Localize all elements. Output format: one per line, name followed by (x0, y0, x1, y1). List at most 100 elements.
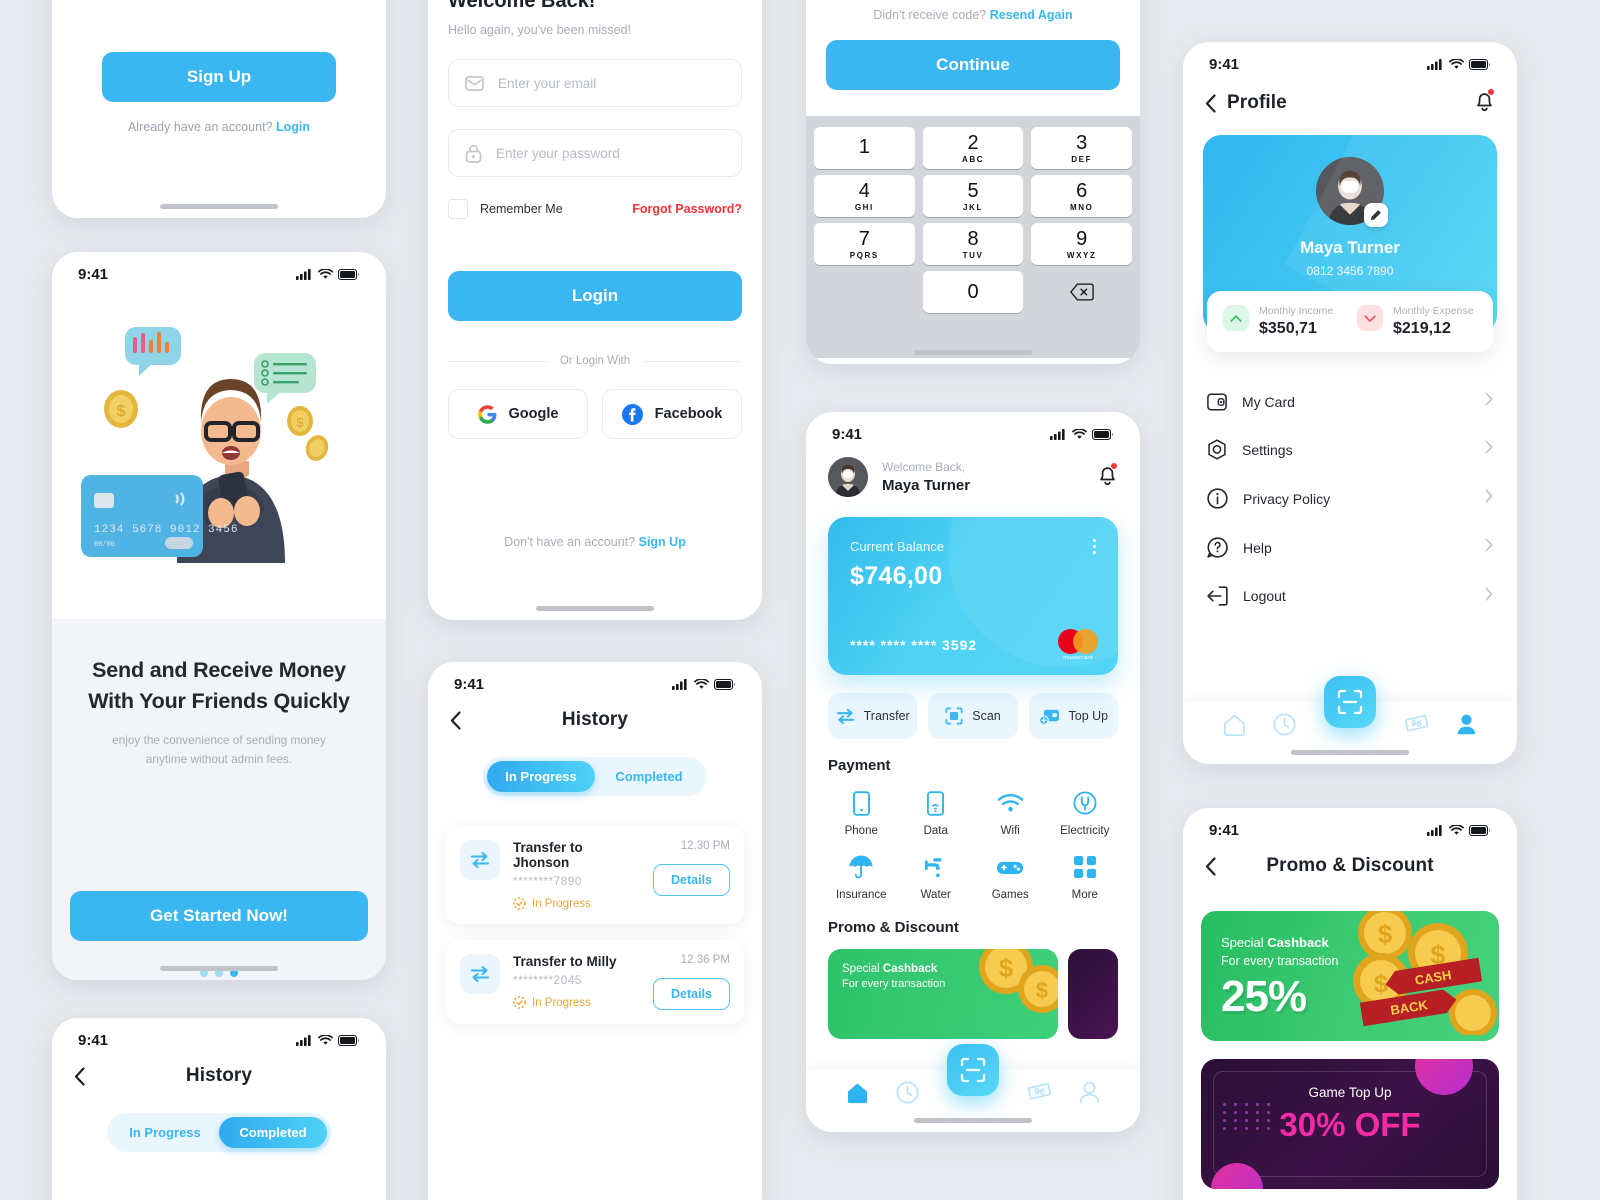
promo-carousel: Special Cashback For every transaction $… (828, 949, 1118, 1039)
balance-card[interactable]: Current Balance $746,00 **** **** **** 3… (828, 517, 1118, 675)
signup-actions: Sign Up Already have an account? Login (52, 52, 386, 134)
tab-completed[interactable]: Completed (595, 761, 703, 792)
chevron-right-icon (1485, 586, 1493, 606)
back-button[interactable] (1205, 856, 1227, 876)
key-3[interactable]: 3 DEF (1031, 127, 1133, 169)
back-button[interactable] (1205, 93, 1227, 113)
table-row[interactable]: Transfer to Jhonson ********7890 In Prog… (446, 826, 744, 924)
status-bar: 9:41 (428, 662, 762, 699)
details-button[interactable]: Details (653, 978, 730, 1010)
promo-card-cashback[interactable]: Special Cashback For every transaction 2… (1201, 911, 1499, 1041)
key-8[interactable]: 8 TUV (922, 223, 1024, 265)
svg-text:$: $ (117, 403, 126, 420)
remember-me-checkbox[interactable] (448, 199, 468, 219)
facebook-login-button[interactable]: Facebook (602, 389, 742, 439)
forgot-password-link[interactable]: Forgot Password? (632, 202, 742, 216)
key-number: 3 (1076, 131, 1088, 154)
back-button[interactable] (450, 710, 472, 730)
key-0[interactable]: 0 (922, 271, 1024, 313)
payment-item-phone[interactable]: Phone (824, 788, 899, 837)
social-logins: Google Facebook (448, 389, 742, 439)
google-login-label: Google (508, 406, 559, 422)
payment-item-data[interactable]: Data (899, 788, 974, 837)
edit-avatar-button[interactable] (1364, 203, 1388, 227)
tab-history[interactable] (896, 1081, 919, 1109)
key-6[interactable]: 6 MNO (1031, 175, 1133, 217)
key-1[interactable]: 1 (814, 127, 915, 169)
facebook-icon (621, 403, 643, 425)
login-link[interactable]: Login (276, 120, 310, 134)
sign-up-button[interactable]: Sign Up (102, 52, 336, 102)
menu-item-settings[interactable]: Settings (1207, 425, 1493, 474)
coins-illustration: $ $ (979, 949, 1058, 1013)
menu-item-logout[interactable]: Logout (1207, 572, 1493, 620)
tab-promo[interactable] (1404, 714, 1429, 740)
tab-promo[interactable] (1027, 1082, 1052, 1108)
divider-line-left (448, 360, 548, 362)
details-button[interactable]: Details (653, 864, 730, 896)
scan-action-button[interactable]: Scan (928, 693, 1018, 739)
email-field[interactable]: Enter your email (448, 59, 742, 107)
google-login-button[interactable]: Google (448, 389, 588, 439)
promo-card-cashback[interactable]: Special Cashback For every transaction $… (828, 949, 1058, 1039)
notification-bell-icon[interactable] (1097, 462, 1118, 491)
tab-completed[interactable]: Completed (219, 1117, 327, 1148)
login-subtitle: Hello again, you've been missed! (448, 23, 632, 37)
tab-in-progress[interactable]: In Progress (487, 761, 595, 792)
get-started-button[interactable]: Get Started Now! (70, 891, 368, 941)
topup-action-label: Top Up (1068, 709, 1109, 723)
promo-card-game[interactable] (1068, 949, 1118, 1039)
payment-item-more[interactable]: More (1048, 852, 1123, 901)
tab-home[interactable] (846, 1082, 869, 1109)
back-button[interactable] (74, 1066, 96, 1086)
status-indicators (296, 269, 360, 280)
continue-button[interactable]: Continue (826, 40, 1120, 90)
nav-bar: Profile (1183, 79, 1517, 129)
payment-label: More (1071, 889, 1098, 901)
scan-fab-button[interactable] (1324, 676, 1376, 728)
game-promo-title: Game Top Up (1308, 1085, 1392, 1100)
notification-bell-icon[interactable] (1474, 88, 1495, 117)
table-row[interactable]: Transfer to Milly ********2045 In Progre… (446, 940, 744, 1024)
avatar[interactable] (828, 457, 868, 497)
tab-history[interactable] (1273, 713, 1296, 741)
payment-label: Wifi (1000, 825, 1020, 837)
remember-me-group[interactable]: Remember Me (448, 199, 563, 219)
avatar[interactable] (1316, 157, 1388, 227)
more-options-icon[interactable] (1093, 539, 1096, 554)
data-icon (899, 788, 974, 818)
key-5[interactable]: 5 JKL (922, 175, 1024, 217)
key-backspace[interactable] (1031, 271, 1132, 313)
transfer-action-button[interactable]: Transfer (828, 693, 918, 739)
menu-item-my-card[interactable]: My Card (1207, 378, 1493, 425)
keypad-row: 1 2 ABC 3 DEF (810, 124, 1136, 172)
scan-fab-button[interactable] (947, 1044, 999, 1096)
key-number: 8 (967, 227, 979, 250)
payment-item-water[interactable]: Water (899, 852, 974, 901)
menu-item-privacy-policy[interactable]: Privacy Policy (1207, 474, 1493, 523)
login-button[interactable]: Login (448, 271, 742, 321)
scan-icon (1337, 689, 1363, 715)
key-4[interactable]: 4 GHI (814, 175, 915, 217)
onboarding-content: Send and Receive Money With Your Friends… (52, 619, 386, 980)
key-7[interactable]: 7 PQRS (814, 223, 915, 265)
key-2[interactable]: 2 ABC (922, 127, 1024, 169)
payment-item-games[interactable]: Games (973, 852, 1048, 901)
promo-card-game[interactable]: Game Top Up 30% OFF (1201, 1059, 1499, 1189)
key-number: 7 (858, 227, 870, 250)
menu-item-help[interactable]: Help (1207, 523, 1493, 572)
payment-item-electricity[interactable]: Electricity (1048, 788, 1123, 837)
svg-text:$: $ (999, 953, 1014, 983)
payment-item-insurance[interactable]: Insurance (824, 852, 899, 901)
tab-profile[interactable] (1079, 1081, 1100, 1109)
tab-in-progress[interactable]: In Progress (111, 1117, 219, 1148)
resend-link[interactable]: Resend Again (990, 8, 1073, 22)
payment-item-wifi[interactable]: Wifi (973, 788, 1048, 837)
topup-action-button[interactable]: Top Up (1028, 693, 1118, 739)
tab-home[interactable] (1223, 714, 1246, 741)
signup-link[interactable]: Sign Up (639, 535, 686, 549)
password-field[interactable]: Enter your password (448, 129, 742, 177)
tab-profile[interactable] (1456, 713, 1477, 741)
key-9[interactable]: 9 WXYZ (1031, 223, 1133, 265)
menu-label: Logout (1243, 588, 1286, 604)
